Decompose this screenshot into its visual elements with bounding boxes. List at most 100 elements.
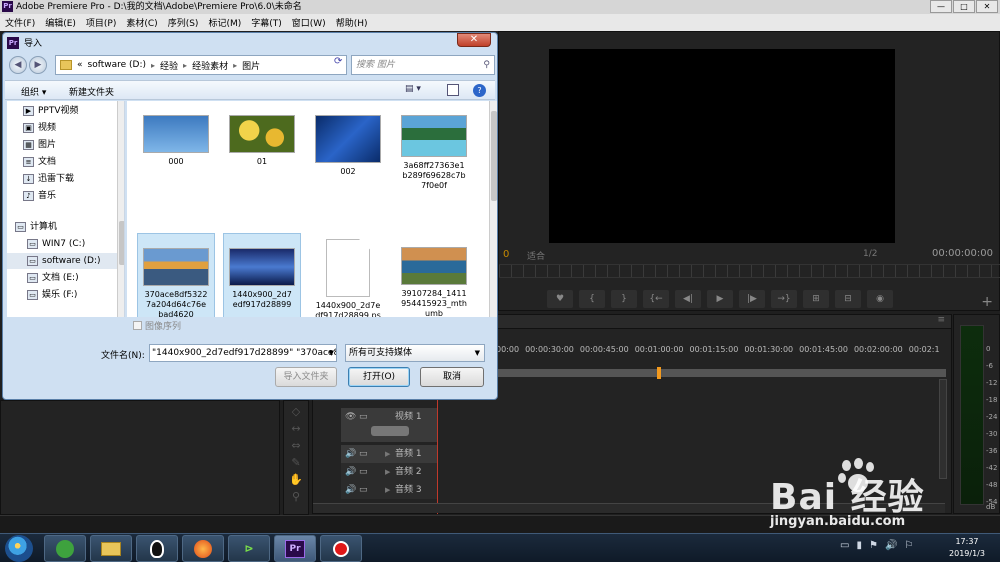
breadcrumb-item[interactable]: software (D:) bbox=[88, 60, 147, 70]
panel-menu-icon[interactable]: ≡ bbox=[937, 315, 945, 325]
refresh-icon[interactable]: ⟳ bbox=[334, 56, 342, 67]
speaker-icon[interactable]: 🔊 bbox=[345, 445, 356, 463]
nav-item-drive-d[interactable]: ▭ software (D:) bbox=[7, 253, 117, 269]
menu-clip[interactable]: 素材(C) bbox=[121, 16, 162, 29]
open-button[interactable]: 打开(O) bbox=[348, 367, 410, 387]
flag-icon[interactable]: ⚑ bbox=[869, 540, 878, 551]
speaker-icon[interactable]: 🔊 bbox=[345, 463, 356, 481]
work-area-bar[interactable] bbox=[496, 369, 946, 377]
close-window-button[interactable]: ✕ bbox=[976, 0, 998, 13]
breadcrumb-separator-icon[interactable]: ▸ bbox=[183, 61, 187, 70]
cancel-button[interactable]: 取消 bbox=[420, 367, 484, 387]
action-center-icon[interactable]: ⚐ bbox=[904, 540, 913, 551]
lock-icon[interactable]: ▭ bbox=[359, 463, 368, 481]
track-header-audio-2[interactable]: 🔊 ▭ ▶ 音频 2 bbox=[341, 463, 437, 481]
menu-help[interactable]: 帮助(H) bbox=[331, 16, 373, 29]
nav-item-drive-e[interactable]: ▭ 文档 (E:) bbox=[27, 270, 124, 286]
lock-icon[interactable]: ▭ bbox=[359, 445, 368, 463]
go-to-out-button[interactable]: →} bbox=[771, 290, 797, 308]
import-folder-button[interactable]: 导入文件夹 bbox=[275, 367, 337, 387]
breadcrumb-separator-icon[interactable]: ▸ bbox=[233, 61, 237, 70]
file-item[interactable]: 39107284_1411954415923_mthumb bbox=[395, 233, 473, 317]
hand-tool-icon[interactable]: ✋ bbox=[284, 473, 308, 486]
breadcrumb-item[interactable]: 经验素材 bbox=[192, 59, 228, 72]
menu-marker[interactable]: 标记(M) bbox=[203, 16, 246, 29]
nav-pane-scrollbar[interactable] bbox=[117, 101, 124, 317]
zoom-fit-select[interactable]: 适合 bbox=[527, 249, 545, 262]
timeline-ruler[interactable]: 00:00 00:00:30:00 00:00:45:00 00:01:00:0… bbox=[496, 345, 946, 359]
program-time-ruler[interactable] bbox=[499, 264, 1000, 278]
file-item[interactable]: 3a68ff27363e1b289f69628c7b7f0e0f bbox=[395, 101, 473, 209]
button-editor-plus-icon[interactable]: + bbox=[981, 294, 993, 310]
nav-item-documents[interactable]: ≡ 文档 bbox=[23, 154, 124, 170]
playhead-handle[interactable] bbox=[657, 367, 661, 379]
menu-title[interactable]: 字幕(T) bbox=[246, 16, 287, 29]
nav-item-music[interactable]: ♪ 音乐 bbox=[23, 188, 124, 204]
file-item-selected[interactable]: 370ace8df53227a204d64c76ebad4620 bbox=[137, 233, 215, 317]
taskbar-media-icon[interactable]: ⊳ bbox=[228, 535, 270, 562]
nav-item-pictures[interactable]: ▦ 图片 bbox=[23, 137, 124, 153]
step-back-button[interactable]: ◀| bbox=[675, 290, 701, 308]
file-item[interactable]: 01 bbox=[223, 101, 301, 209]
speaker-icon[interactable]: 🔊 bbox=[345, 481, 356, 499]
volume-icon[interactable]: 🔊 bbox=[885, 540, 897, 551]
help-icon[interactable]: ? bbox=[473, 84, 486, 97]
menu-window[interactable]: 窗口(W) bbox=[287, 16, 331, 29]
breadcrumb-item[interactable]: 经验 bbox=[160, 59, 178, 72]
razor-tool-icon[interactable]: ◇ bbox=[284, 405, 308, 418]
file-item[interactable]: 000 bbox=[137, 101, 215, 209]
file-item-selected[interactable]: 1440x900_2d7edf917d28899 bbox=[223, 233, 301, 317]
track-header-audio-1[interactable]: 🔊 ▭ ▶ 音频 1 bbox=[341, 445, 437, 463]
nav-item-thunder-downloads[interactable]: ↓ 迅雷下载 bbox=[23, 171, 124, 187]
system-clock[interactable]: 17:37 2019/1/3 bbox=[938, 536, 996, 560]
play-button[interactable]: ▶ bbox=[707, 290, 733, 308]
breadcrumb-overflow[interactable]: « bbox=[77, 60, 83, 70]
back-arrow-icon[interactable]: ◀ bbox=[9, 56, 27, 74]
resolution-select[interactable]: 1/2 bbox=[863, 249, 877, 259]
maximize-button[interactable]: □ bbox=[953, 0, 975, 13]
eye-icon[interactable]: 👁 bbox=[345, 408, 356, 426]
nav-item-drive-c[interactable]: ▭ WIN7 (C:) bbox=[27, 236, 124, 252]
menu-file[interactable]: 文件(F) bbox=[0, 16, 40, 29]
mark-out-button[interactable]: } bbox=[611, 290, 637, 308]
start-button[interactable] bbox=[5, 535, 33, 562]
nav-item-pptv[interactable]: ▶ PPTV视频 bbox=[23, 103, 124, 119]
nav-item-videos[interactable]: ▣ 视频 bbox=[23, 120, 124, 136]
taskbar-firefox-icon[interactable] bbox=[182, 535, 224, 562]
export-frame-button[interactable]: ◉ bbox=[867, 290, 893, 308]
preview-pane-icon[interactable] bbox=[447, 84, 459, 96]
menu-edit[interactable]: 编辑(E) bbox=[40, 16, 81, 29]
pen-tool-icon[interactable]: ✎ bbox=[284, 456, 308, 469]
view-options-button[interactable]: ▤ ▾ bbox=[405, 84, 421, 94]
dialog-close-button[interactable]: ✕ bbox=[457, 33, 491, 47]
address-bar[interactable]: « software (D:) ▸ 经验 ▸ 经验素材 ▸ 图片 bbox=[55, 55, 347, 75]
organize-menu[interactable]: 组织 ▾ bbox=[21, 85, 46, 98]
lock-icon[interactable]: ▭ bbox=[359, 481, 368, 499]
file-item[interactable]: 002 bbox=[309, 101, 387, 209]
new-folder-button[interactable]: 新建文件夹 bbox=[69, 85, 114, 98]
zoom-tool-icon[interactable]: ⚲ bbox=[284, 490, 308, 503]
forward-arrow-icon[interactable]: ▶ bbox=[29, 56, 47, 74]
mark-in-button[interactable]: { bbox=[579, 290, 605, 308]
go-to-in-button[interactable]: {← bbox=[643, 290, 669, 308]
taskbar-qq-icon[interactable] bbox=[136, 535, 178, 562]
file-type-select[interactable]: 所有可支持媒体 ▼ bbox=[345, 344, 485, 362]
expand-arrow-icon[interactable]: ▶ bbox=[385, 445, 390, 463]
step-forward-button[interactable]: |▶ bbox=[739, 290, 765, 308]
slide-tool-icon[interactable]: ⇔ bbox=[284, 439, 308, 452]
battery-icon[interactable]: ▮ bbox=[856, 540, 862, 551]
lock-icon[interactable]: ▭ bbox=[359, 408, 368, 426]
menu-sequence[interactable]: 序列(S) bbox=[163, 16, 204, 29]
track-header-audio-3[interactable]: 🔊 ▭ ▶ 音频 3 bbox=[341, 481, 437, 499]
nav-item-drive-f[interactable]: ▭ 娱乐 (F:) bbox=[27, 287, 124, 303]
search-input[interactable]: 搜索 图片 ⚲ bbox=[351, 55, 495, 75]
search-icon[interactable]: ⚲ bbox=[483, 56, 490, 74]
extract-button[interactable]: ⊟ bbox=[835, 290, 861, 308]
taskbar-recorder-icon[interactable] bbox=[320, 535, 362, 562]
keyboard-icon[interactable]: ▭ bbox=[840, 540, 849, 551]
minimize-button[interactable]: — bbox=[930, 0, 952, 13]
nav-item-computer[interactable]: ▭ 计算机 bbox=[15, 219, 124, 235]
lift-button[interactable]: ⊞ bbox=[803, 290, 829, 308]
image-sequence-checkbox[interactable] bbox=[133, 321, 142, 330]
filename-input[interactable]: "1440x900_2d7edf917d28899" "370ace8d ▼ bbox=[149, 344, 337, 362]
